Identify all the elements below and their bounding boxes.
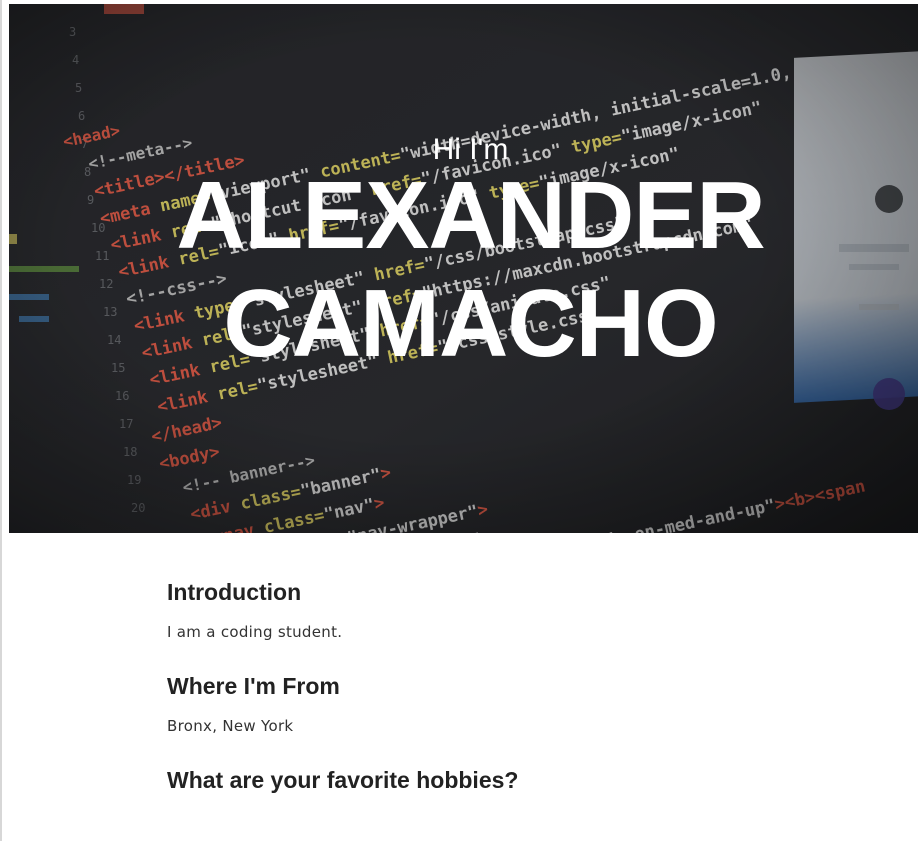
section-heading: Where I'm From <box>167 673 340 699</box>
page-left-border <box>0 0 2 841</box>
section-where-from: Where I'm From Bronx, New York <box>167 672 847 736</box>
section-heading: What are your favorite hobbies? <box>167 767 519 793</box>
section-hobbies: What are your favorite hobbies? <box>167 766 847 794</box>
hero-name-first: ALEXANDER <box>176 162 765 269</box>
section-text: Bronx, New York <box>167 717 294 735</box>
section-introduction: Introduction I am a coding student. <box>167 578 847 642</box>
section-text: I am a coding student. <box>167 623 343 641</box>
hero-banner: 3 4 5 6 7 8 9 10 11 12 13 14 15 16 17 18… <box>9 4 918 533</box>
section-heading: Introduction <box>167 579 302 605</box>
main-content: Introduction I am a coding student. Wher… <box>167 570 847 794</box>
hero-name: ALEXANDER CAMACHO <box>9 162 918 378</box>
hero-name-last: CAMACHO <box>223 270 718 377</box>
